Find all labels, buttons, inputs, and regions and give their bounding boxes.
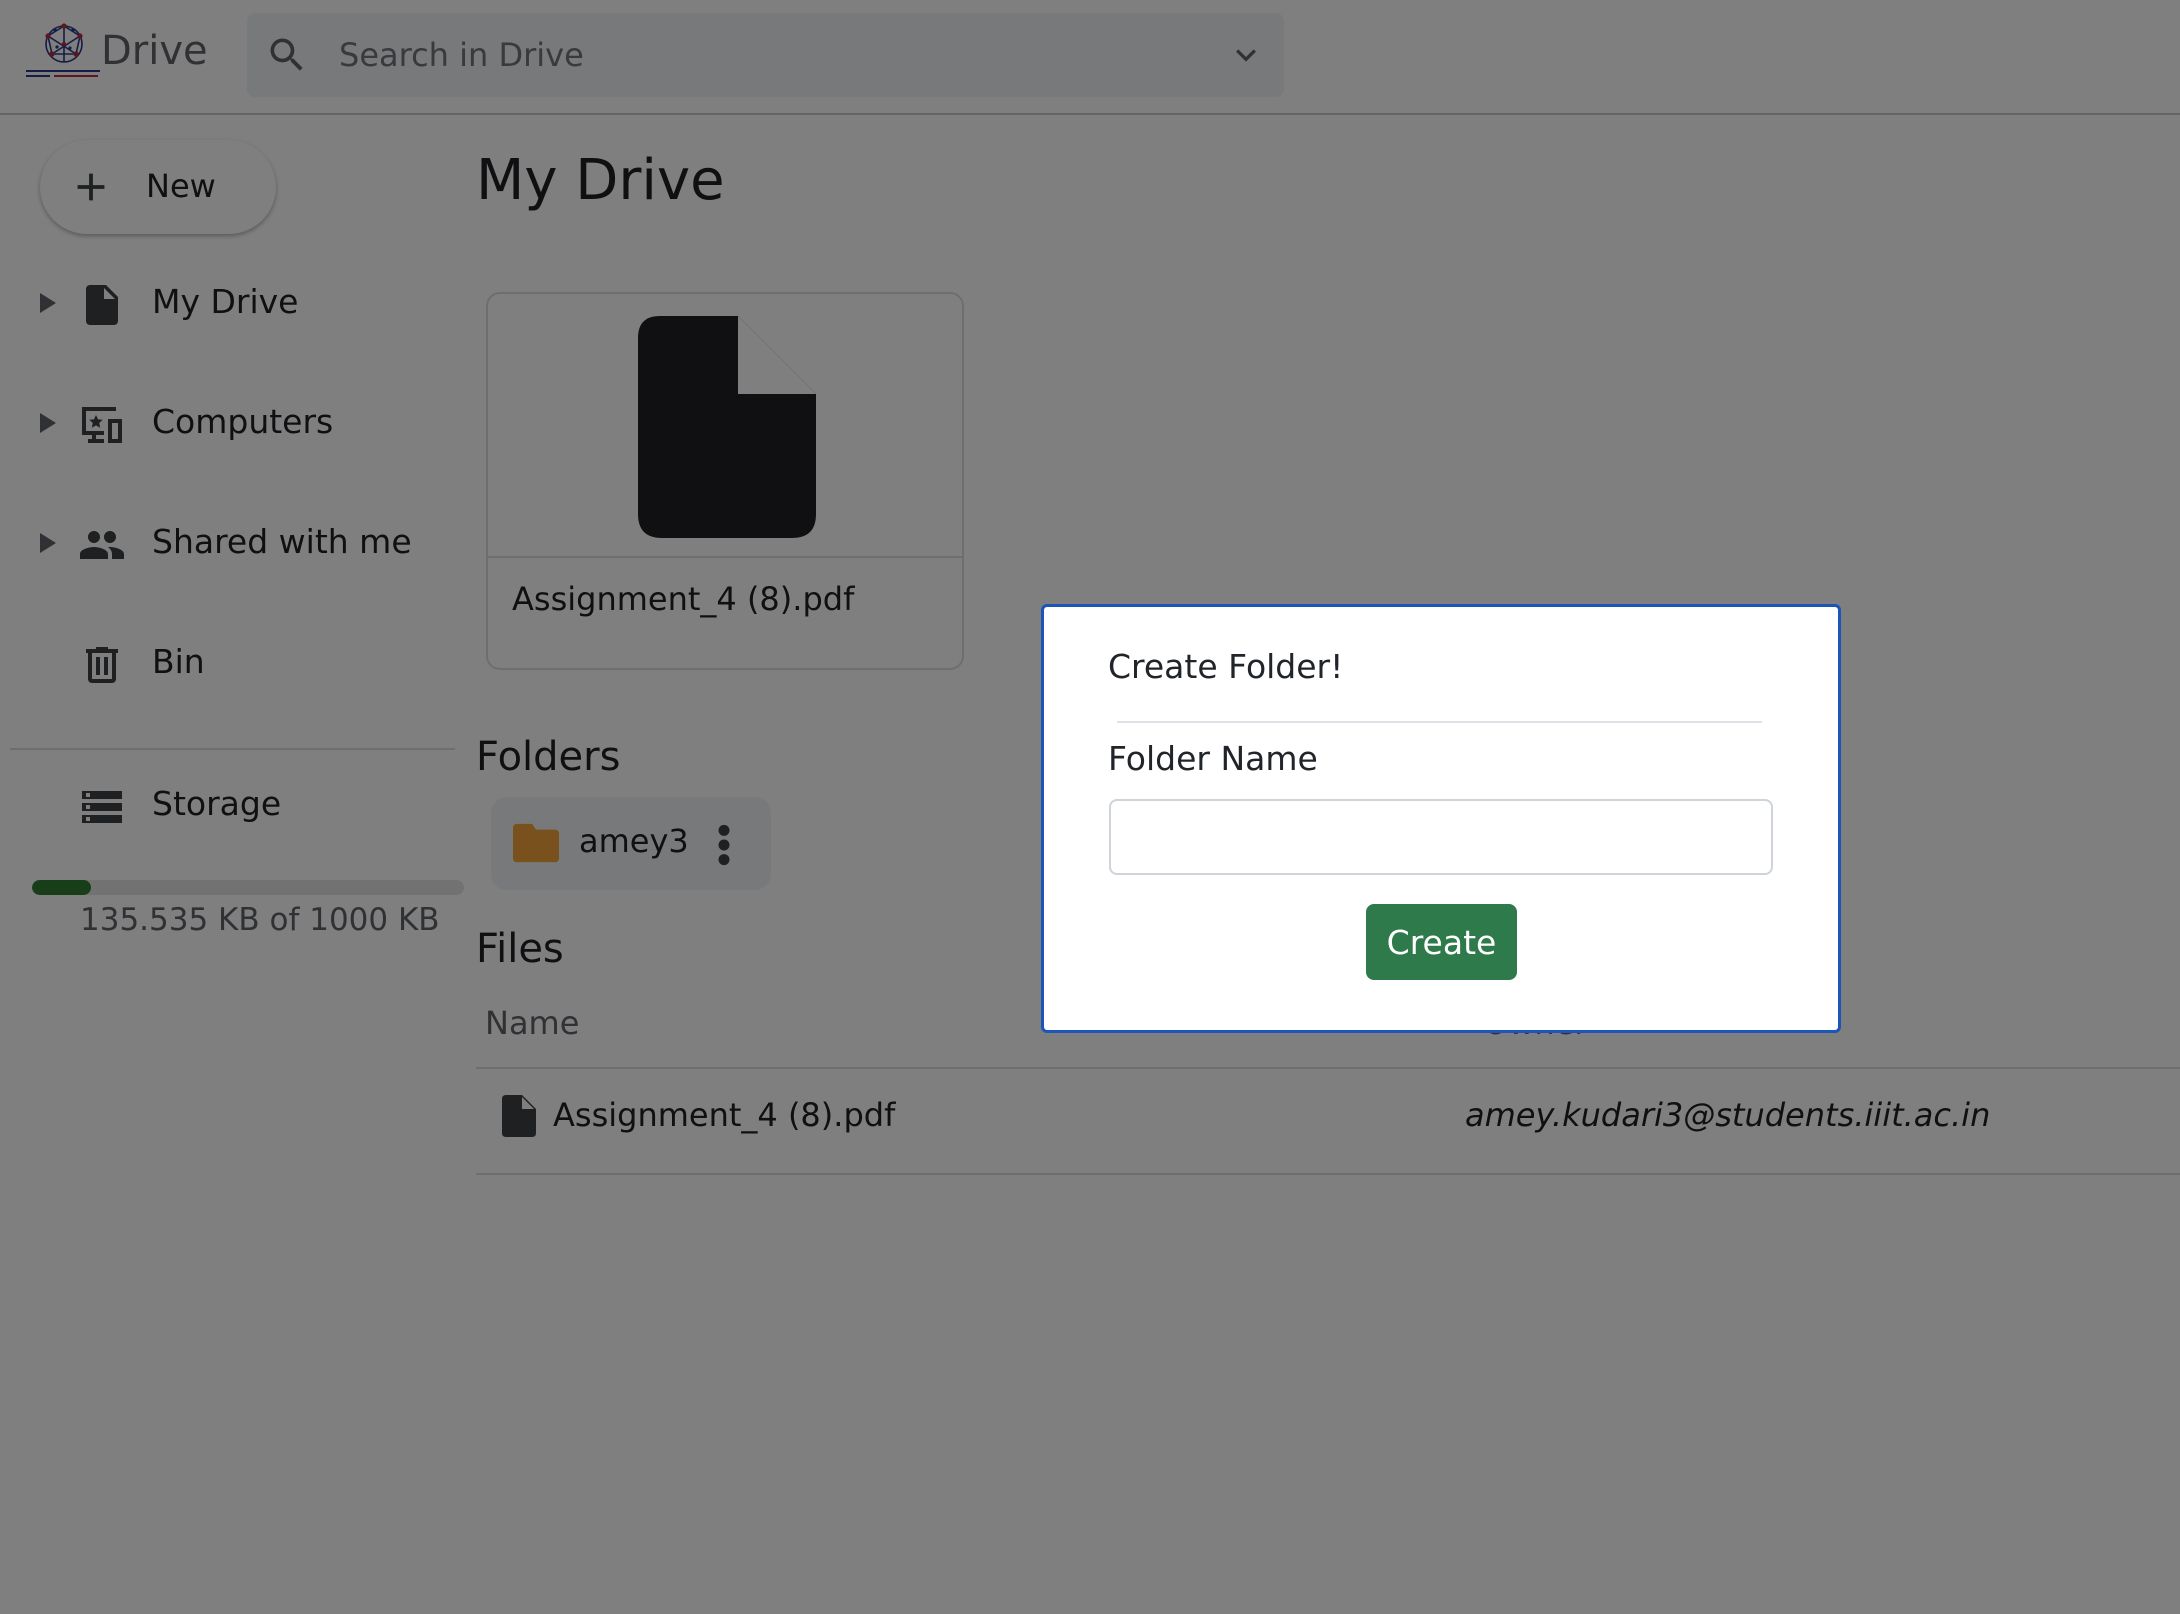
create-button[interactable]: Create: [1366, 904, 1517, 980]
folder-name-input[interactable]: [1109, 799, 1773, 875]
dialog-title: Create Folder!: [1108, 647, 1344, 686]
create-folder-dialog: Create Folder! Folder Name Create: [1041, 604, 1841, 1033]
folder-name-label: Folder Name: [1108, 739, 1318, 778]
dialog-divider: [1117, 721, 1762, 723]
